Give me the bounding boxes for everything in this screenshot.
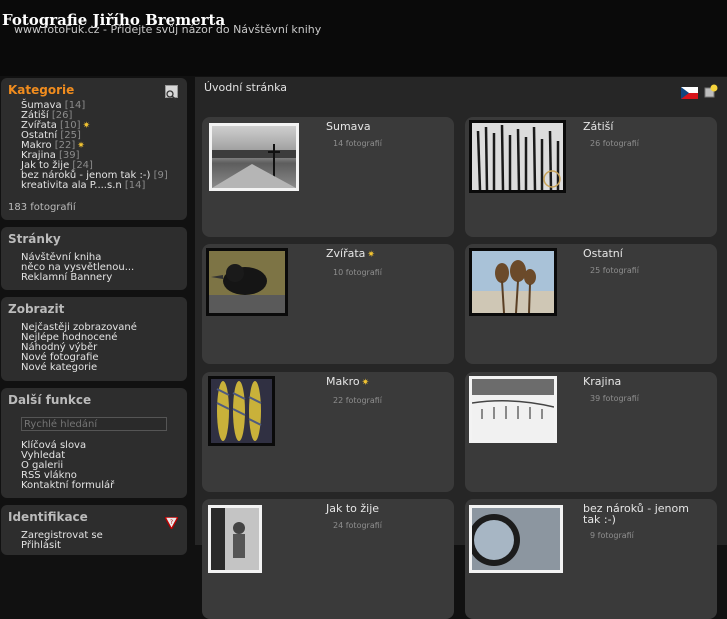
functions-list: Klíčová slova Vyhledat O galerii RSS vlá… xyxy=(21,441,114,491)
categories-list: Šumava [14] Zátiší [26] Zvířata [10] ✷ Os… xyxy=(21,101,168,191)
gallery-thumbnail[interactable] xyxy=(469,248,557,316)
gallery-count: 24 fotografií xyxy=(333,521,382,530)
gallery-count: 14 fotografií xyxy=(333,139,382,148)
link-login[interactable]: Přihlásit xyxy=(21,541,103,551)
gallery-name[interactable]: Jak to žije xyxy=(326,503,444,514)
sidebox-functions: Další funkce Klíčová slova Vyhledat O ga… xyxy=(1,388,187,498)
categories-toggle-icon[interactable] xyxy=(165,85,178,101)
gallery-count: 10 fotografií xyxy=(333,268,382,277)
new-star-icon: ✷ xyxy=(82,121,91,131)
pages-list: Návštěvní kniha něco na vysvětlenou... R… xyxy=(21,253,134,283)
sidebox-view: Zobrazit Nejčastěji zobrazované Nejlépe … xyxy=(1,297,187,381)
gallery-card-zatisi[interactable]: Zátiší 26 fotografií xyxy=(465,117,717,237)
gallery-count: 39 fotografií xyxy=(590,394,639,403)
new-star-icon: ✷ xyxy=(361,378,370,388)
gallery-name[interactable]: Zátiší xyxy=(583,121,701,132)
gallery-card-sumava[interactable]: Sumava 14 fotografií xyxy=(202,117,454,237)
gallery-thumbnail[interactable] xyxy=(468,505,563,573)
gallery-card-zvirata[interactable]: Zvířata ✷ 10 fotografií xyxy=(202,244,454,364)
quick-search-input[interactable] xyxy=(21,417,167,431)
gallery-name[interactable]: Krajina xyxy=(583,376,701,387)
category-kreativita[interactable]: kreativita ala P....s.n [14] xyxy=(21,181,168,191)
gallery-thumbnail[interactable] xyxy=(206,248,288,316)
czech-flag-icon[interactable] xyxy=(681,84,698,99)
gallery-count: 26 fotografií xyxy=(590,139,639,148)
gallery-count: 25 fotografií xyxy=(590,266,639,275)
gallery-thumbnail[interactable] xyxy=(209,123,299,191)
page-title: Úvodní stránka xyxy=(204,81,287,94)
identification-toggle-icon[interactable]: ? xyxy=(163,514,180,533)
gallery-card-makro[interactable]: Makro ✷ 22 fotografií xyxy=(202,372,454,492)
gallery-count: 22 fotografií xyxy=(333,396,382,405)
gallery-thumbnail[interactable] xyxy=(469,120,566,193)
gallery-card-jak-to-zije[interactable]: Jak to žije 24 fotografií xyxy=(202,499,454,619)
new-star-icon: ✷ xyxy=(367,250,375,260)
view-heading: Zobrazit xyxy=(8,302,65,316)
sidebox-pages: Stránky Návštěvní kniha něco na vysvětle… xyxy=(1,227,187,290)
functions-heading: Další funkce xyxy=(8,393,92,407)
gallery-name[interactable]: bez nároků - jenom tak :-) xyxy=(583,503,701,525)
site-tagline[interactable]: www.fotoFuk.cz - Přidejte svůj názor do … xyxy=(14,23,321,36)
gallery-card-ostatni[interactable]: Ostatní 25 fotografií xyxy=(465,244,717,364)
options-icon[interactable] xyxy=(704,83,718,102)
link-banners[interactable]: Reklamní Bannery xyxy=(21,273,134,283)
identification-heading: Identifikace xyxy=(8,510,88,524)
sidebox-categories: Kategorie Šumava [14] Zátiší [26] Zvířat… xyxy=(1,78,187,220)
gallery-thumbnail[interactable] xyxy=(208,505,262,573)
photo-total: 183 fotografií xyxy=(8,202,76,213)
gallery-thumbnail[interactable] xyxy=(469,376,557,443)
gallery-card-krajina[interactable]: Krajina 39 fotografií xyxy=(465,372,717,492)
gallery-count: 9 fotografií xyxy=(590,531,634,540)
view-list: Nejčastěji zobrazované Nejlépe hodnocené… xyxy=(21,323,137,373)
gallery-name[interactable]: Zvířata ✷ xyxy=(326,248,444,261)
gallery-name[interactable]: Ostatní xyxy=(583,248,701,259)
site-header: Fotografie Jiřího Bremerta www.fotoFuk.c… xyxy=(0,0,727,76)
gallery-name[interactable]: Makro ✷ xyxy=(326,376,444,389)
link-new-categories[interactable]: Nové kategorie xyxy=(21,363,137,373)
identification-list: Zaregistrovat se Přihlásit xyxy=(21,531,103,551)
sidebox-identification: Identifikace ? Zaregistrovat se Přihlási… xyxy=(1,505,187,555)
gallery-thumbnail[interactable] xyxy=(208,376,275,446)
svg-text:?: ? xyxy=(170,519,173,526)
main-content: Úvodní stránka Sumava 14 fotografií Záti… xyxy=(195,77,727,619)
pages-heading: Stránky xyxy=(8,232,61,246)
gallery-name[interactable]: Sumava xyxy=(326,121,444,132)
link-contact[interactable]: Kontaktní formulář xyxy=(21,481,114,491)
categories-heading: Kategorie xyxy=(8,83,75,97)
gallery-card-bez-naroku[interactable]: bez nároků - jenom tak :-) 9 fotografií xyxy=(465,499,717,619)
